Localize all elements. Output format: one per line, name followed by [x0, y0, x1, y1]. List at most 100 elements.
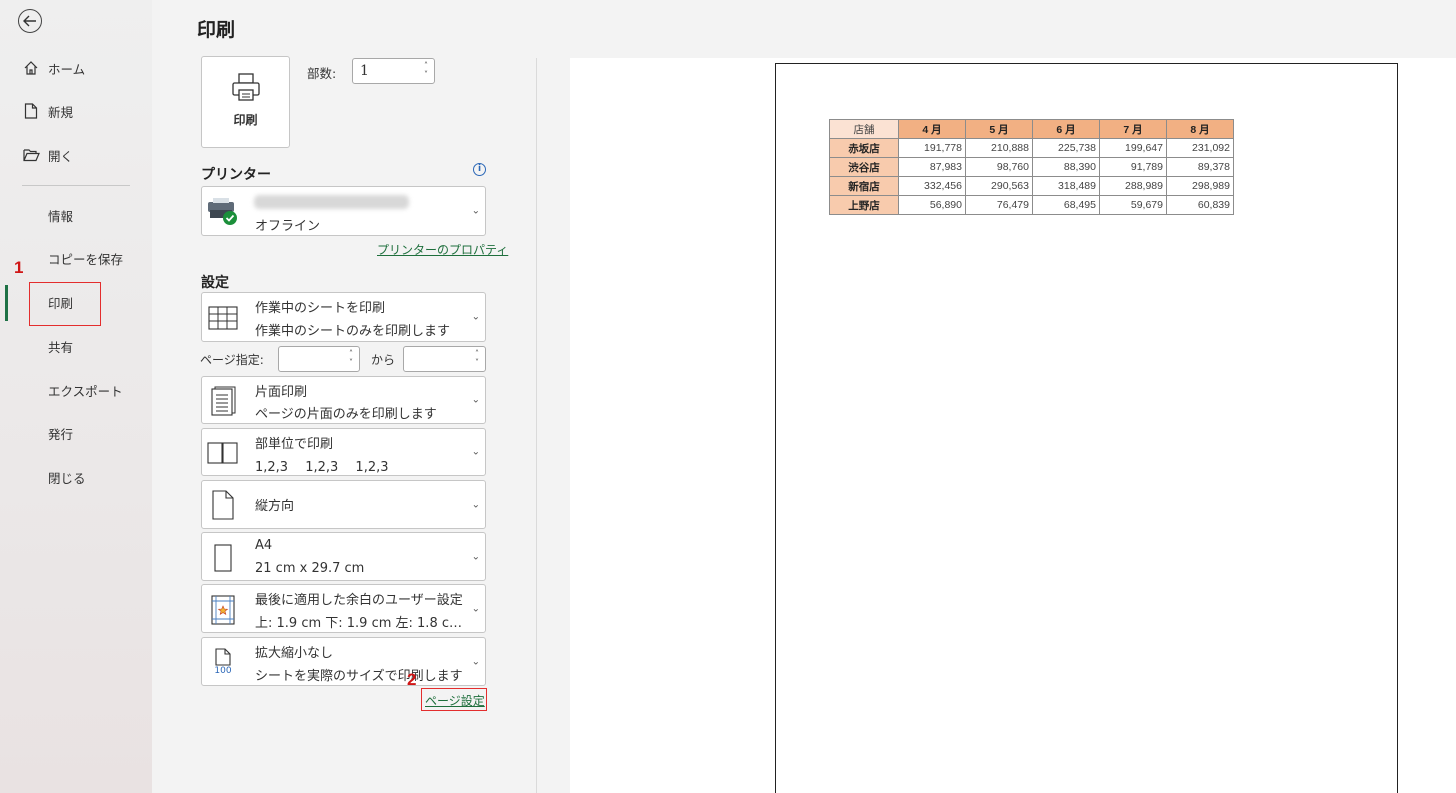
- sides-dropdown[interactable]: 片面印刷 ページの片面のみを印刷します ⌄: [201, 376, 486, 424]
- table-row: 赤坂店 191,778 210,888 225,738 199,647 231,092: [829, 138, 1234, 158]
- sides-title: 片面印刷: [255, 385, 308, 400]
- printer-dropdown[interactable]: オフライン ⌄: [201, 186, 486, 236]
- chevron-down-icon: ⌄: [471, 603, 480, 614]
- sidebar-item-label: エクスポート: [48, 383, 123, 399]
- page-from-input[interactable]: ˄ ˅: [278, 346, 360, 372]
- stepper-arrows-icon[interactable]: ˄ ˅: [472, 349, 482, 367]
- value-cell: 332,456: [898, 176, 966, 196]
- annotation-highlight-page-setup: [421, 688, 487, 711]
- settings-heading: 設定: [201, 275, 229, 291]
- value-cell: 60,839: [1166, 195, 1234, 215]
- print-settings-panel: 印刷 印刷 部数: 1 ˄ ˅ プリンター i オフライン ⌄ プリンターのプロ…: [152, 0, 536, 793]
- table-header-row: 店舗 4 月 5 月 6 月 7 月 8 月: [829, 119, 1234, 139]
- sidebar-divider: [22, 185, 130, 186]
- portrait-page-icon: [207, 489, 239, 521]
- table-body: 赤坂店 191,778 210,888 225,738 199,647 231,092 渋谷…: [829, 138, 1234, 215]
- sidebar-item-label: 閉じる: [48, 470, 86, 486]
- custom-margins-icon: [207, 594, 239, 626]
- stepper-arrows-icon[interactable]: ˄ ˅: [346, 349, 356, 367]
- scaling-dropdown[interactable]: 100 拡大縮小なし シートを実際のサイズで印刷します ⌄: [201, 637, 486, 686]
- sidebar-item-label: ホーム: [48, 61, 86, 77]
- collate-dropdown[interactable]: 部単位で印刷 1,2,3 1,2,3 1,2,3 ⌄: [201, 428, 486, 476]
- sidebar-item-label: 新規: [48, 104, 74, 120]
- info-icon[interactable]: i: [473, 163, 486, 176]
- value-cell: 59,679: [1099, 195, 1167, 215]
- sidebar-item-new[interactable]: 新規: [0, 94, 152, 128]
- sides-desc: ページの片面のみを印刷します: [255, 407, 437, 422]
- value-cell: 87,983: [898, 157, 966, 177]
- copies-value: 1: [360, 63, 369, 79]
- print-button[interactable]: 印刷: [201, 56, 290, 148]
- sidebar-item-info[interactable]: 情報: [0, 198, 152, 232]
- value-cell: 231,092: [1166, 138, 1234, 158]
- collate-desc: 1,2,3 1,2,3 1,2,3: [255, 460, 389, 475]
- value-cell: 68,495: [1032, 195, 1100, 215]
- page-to-label: から: [371, 353, 396, 367]
- printer-icon: [230, 71, 262, 107]
- sidebar-item-home[interactable]: ホーム: [0, 51, 152, 85]
- value-cell: 88,390: [1032, 157, 1100, 177]
- sidebar-item-export[interactable]: エクスポート: [0, 373, 152, 407]
- chevron-down-icon: ⌄: [471, 446, 480, 458]
- store-cell: 上野店: [829, 195, 899, 215]
- value-cell: 210,888: [965, 138, 1033, 158]
- preview-page: 店舗 4 月 5 月 6 月 7 月 8 月 赤坂店 191,778 210,888…: [775, 63, 1398, 793]
- scaling-title: 拡大縮小なし: [255, 646, 334, 661]
- single-sided-icon: [207, 385, 239, 417]
- table-header-cell: 4 月: [898, 119, 966, 139]
- back-arrow-icon[interactable]: [18, 9, 42, 33]
- sidebar-item-open[interactable]: 開く: [0, 138, 152, 172]
- sidebar-item-label: 情報: [48, 208, 74, 224]
- print-preview-area: 店舗 4 月 5 月 6 月 7 月 8 月 赤坂店 191,778 210,888…: [537, 0, 1456, 793]
- printer-properties-link[interactable]: プリンターのプロパティ: [377, 241, 508, 258]
- printer-status: オフライン: [255, 219, 321, 234]
- sheet-grid-icon: [207, 302, 239, 334]
- no-scaling-icon: 100: [207, 646, 239, 678]
- chevron-down-icon: ⌄: [471, 311, 480, 323]
- value-cell: 56,890: [898, 195, 966, 215]
- print-scope-desc: 作業中のシートのみを印刷します: [255, 324, 451, 339]
- margins-title: 最後に適用した余白のユーザー設定: [255, 593, 463, 608]
- annotation-step-1: 1: [14, 258, 24, 277]
- table-row: 上野店 56,890 76,479 68,495 59,679 60,839: [829, 195, 1234, 215]
- sidebar-item-label: 共有: [48, 339, 74, 355]
- chevron-down-icon: ⌄: [471, 656, 480, 667]
- paper-size-icon: [207, 542, 239, 574]
- value-cell: 191,778: [898, 138, 966, 158]
- copies-stepper[interactable]: 1 ˄ ˅: [352, 58, 435, 84]
- table-row: 新宿店 332,456 290,563 318,489 288,989 298,989: [829, 176, 1234, 196]
- collate-icon: [207, 437, 239, 469]
- paper-size-desc: 21 cm x 29.7 cm: [255, 561, 365, 576]
- chevron-down-icon: ⌄: [471, 394, 480, 406]
- value-cell: 98,760: [965, 157, 1033, 177]
- sidebar-item-label: 開く: [48, 148, 74, 164]
- chevron-down-icon: ⌄: [471, 551, 480, 562]
- value-cell: 298,989: [1166, 176, 1234, 196]
- orientation-title: 縦方向: [255, 499, 295, 514]
- chevron-down-icon: ⌄: [471, 499, 480, 510]
- page-to-input[interactable]: ˄ ˅: [403, 346, 486, 372]
- print-button-label: 印刷: [233, 113, 258, 127]
- sidebar-item-publish[interactable]: 発行: [0, 416, 152, 450]
- table-header-cell: 7 月: [1099, 119, 1167, 139]
- value-cell: 76,479: [965, 195, 1033, 215]
- paper-size-dropdown[interactable]: A4 21 cm x 29.7 cm ⌄: [201, 532, 486, 581]
- table-header-cell: 店舗: [829, 119, 899, 139]
- page-title: 印刷: [197, 19, 236, 41]
- print-scope-dropdown[interactable]: 作業中のシートを印刷 作業中のシートのみを印刷します ⌄: [201, 292, 486, 342]
- value-cell: 91,789: [1099, 157, 1167, 177]
- value-cell: 288,989: [1099, 176, 1167, 196]
- store-cell: 新宿店: [829, 176, 899, 196]
- annotation-highlight-print: [29, 282, 101, 326]
- value-cell: 318,489: [1032, 176, 1100, 196]
- margins-dropdown[interactable]: 最後に適用した余白のユーザー設定 上: 1.9 cm 下: 1.9 cm 左: …: [201, 584, 486, 633]
- table-header-cell: 6 月: [1032, 119, 1100, 139]
- scaling-desc: シートを実際のサイズで印刷します: [255, 669, 463, 684]
- sidebar-item-label: コピーを保存: [48, 251, 124, 267]
- sidebar-item-share[interactable]: 共有: [0, 329, 152, 363]
- sidebar-item-label: 発行: [48, 426, 74, 442]
- open-folder-icon: [22, 146, 40, 164]
- stepper-arrows-icon[interactable]: ˄ ˅: [421, 61, 431, 79]
- sidebar-item-close[interactable]: 閉じる: [0, 460, 152, 494]
- orientation-dropdown[interactable]: 縦方向 ⌄: [201, 480, 486, 529]
